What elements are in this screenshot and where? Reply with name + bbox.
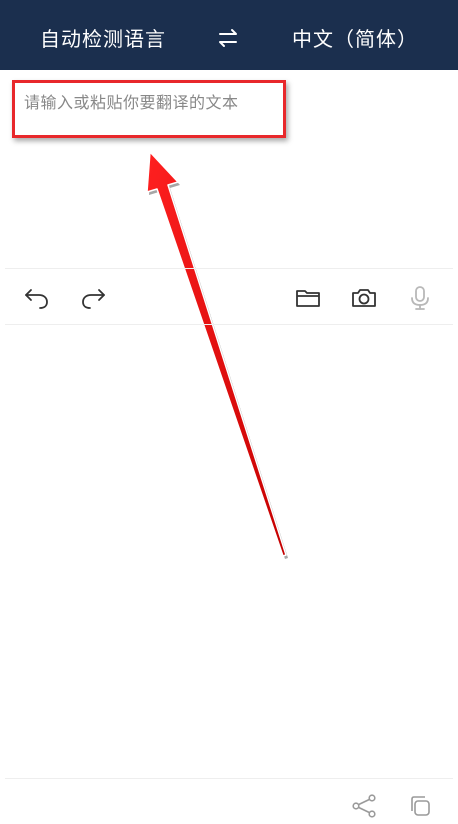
undo-icon[interactable]	[23, 284, 51, 312]
redo-icon[interactable]	[79, 284, 107, 312]
bottom-bar-divider	[5, 778, 453, 779]
translation-output-area	[0, 325, 458, 778]
toolbar-top-divider	[5, 268, 453, 269]
target-language-button[interactable]: 中文（简体）	[292, 26, 418, 52]
camera-icon[interactable]	[350, 284, 378, 312]
microphone-icon[interactable]	[406, 284, 434, 312]
folder-icon[interactable]	[294, 284, 322, 312]
input-toolbar	[0, 270, 458, 324]
share-icon[interactable]	[350, 792, 378, 820]
language-bar: 自动检测语言 中文（简体）	[0, 0, 458, 70]
copy-icon[interactable]	[406, 792, 434, 820]
annotation-highlight-box	[12, 80, 286, 138]
swap-arrows-icon[interactable]	[214, 24, 242, 52]
source-language-button[interactable]: 自动检测语言	[40, 26, 166, 52]
